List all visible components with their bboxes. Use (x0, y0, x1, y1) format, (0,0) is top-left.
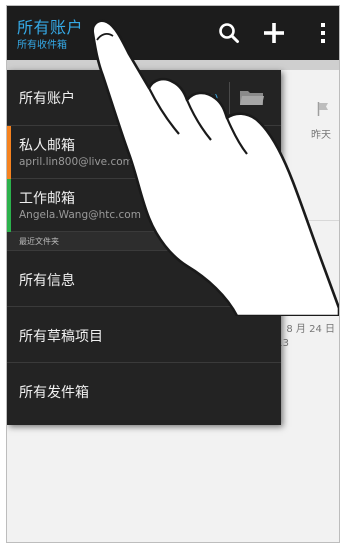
list-item-time: 8 月 24 日 (286, 324, 335, 335)
pointing-hand-illustration (91, 19, 339, 316)
folder-label: 所有信息 (19, 273, 75, 289)
folder-label: 所有发件箱 (19, 385, 89, 401)
account-color-stripe (7, 179, 11, 232)
folder-label: 所有草稿项目 (19, 329, 103, 345)
account-color-stripe (7, 126, 11, 179)
account-selector-subtitle[interactable]: 所有收件箱 (17, 36, 67, 51)
account-name: 工作邮箱 (19, 191, 75, 207)
phone-screen: 所有账户 所有收件箱 昨天 8 月 24 日 13 所有账户 私人邮箱 apri… (6, 5, 340, 543)
dropdown-item-folder[interactable]: 所有发件箱 (7, 363, 281, 419)
dropdown-item-label: 所有账户 (19, 91, 75, 107)
account-selector-title[interactable]: 所有账户 (17, 14, 83, 38)
account-name: 私人邮箱 (19, 138, 75, 154)
section-header-label: 最近文件夹 (19, 237, 59, 246)
